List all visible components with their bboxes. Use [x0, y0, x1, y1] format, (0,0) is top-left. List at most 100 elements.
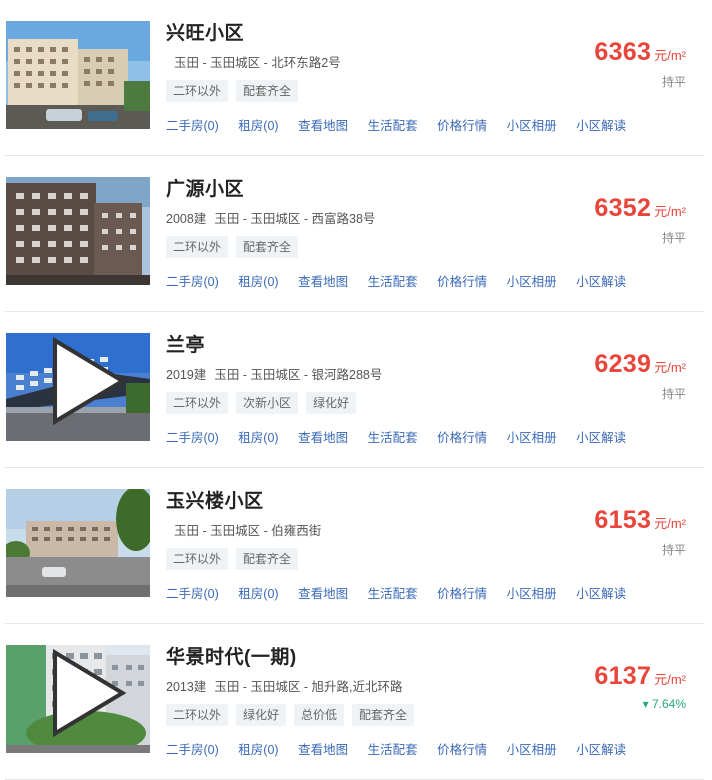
tag: 总价低 — [294, 704, 345, 726]
tag: 绿化好 — [236, 704, 287, 726]
price-value: 6239 — [594, 350, 652, 378]
tag: 绿化好 — [306, 392, 357, 414]
price-trend: 持平 — [661, 75, 686, 89]
price-unit: 元/m² — [654, 204, 686, 219]
tag-list: 二环以外 次新小区 绿化好 — [166, 392, 357, 414]
link-amenities[interactable]: 生活配套 — [368, 427, 418, 446]
tag: 次新小区 — [236, 392, 299, 414]
tag: 配套齐全 — [236, 548, 299, 570]
price-value: 6137 — [594, 662, 652, 690]
tag: 配套齐全 — [236, 80, 299, 102]
play-icon — [52, 336, 127, 426]
link-rent[interactable]: 租房(0) — [238, 271, 278, 290]
link-map[interactable]: 查看地图 — [298, 583, 348, 602]
community-photo[interactable] — [6, 21, 150, 129]
link-album[interactable]: 小区相册 — [507, 583, 557, 602]
tag-list: 二环以外 配套齐全 — [166, 236, 299, 258]
tag: 二环以外 — [166, 236, 229, 258]
tag-list: 二环以外 绿化好 总价低 配套齐全 — [166, 704, 415, 726]
link-secondhand[interactable]: 二手房(0) — [166, 115, 219, 134]
community-address: 玉田 - 玉田城区 - 伯雍西街 — [174, 524, 322, 538]
link-secondhand[interactable]: 二手房(0) — [166, 739, 219, 758]
action-links: 二手房(0) 租房(0) 查看地图 生活配套 价格行情 小区相册 小区解读 — [166, 739, 646, 758]
link-rent[interactable]: 租房(0) — [238, 739, 278, 758]
link-price-trend[interactable]: 价格行情 — [437, 583, 487, 602]
link-album[interactable]: 小区相册 — [507, 427, 557, 446]
community-photo[interactable] — [6, 489, 150, 597]
price-trend: 持平 — [661, 231, 686, 245]
link-map[interactable]: 查看地图 — [298, 271, 348, 290]
price: 6153 元/m² — [594, 506, 686, 535]
link-amenities[interactable]: 生活配套 — [368, 115, 418, 134]
community-address: 玉田 - 玉田城区 - 旭升路,近北环路 — [214, 680, 403, 694]
link-amenities[interactable]: 生活配套 — [368, 583, 418, 602]
price: 6352 元/m² — [594, 194, 686, 223]
community-name[interactable]: 兴旺小区 — [166, 18, 244, 45]
link-map[interactable]: 查看地图 — [298, 115, 348, 134]
community-list: 兴旺小区 玉田 - 玉田城区 - 北环东路2号 二环以外 配套齐全 二手房(0)… — [0, 0, 712, 780]
list-item: 兴旺小区 玉田 - 玉田城区 - 北环东路2号 二环以外 配套齐全 二手房(0)… — [0, 0, 712, 156]
list-item: 华景时代(一期) 2013建 玉田 - 玉田城区 - 旭升路,近北环路 二环以外 … — [0, 624, 712, 780]
tag-list: 二环以外 配套齐全 — [166, 548, 299, 570]
tag: 配套齐全 — [352, 704, 415, 726]
community-name[interactable]: 玉兴楼小区 — [166, 486, 264, 513]
link-analysis[interactable]: 小区解读 — [576, 739, 626, 758]
link-analysis[interactable]: 小区解读 — [576, 583, 626, 602]
link-album[interactable]: 小区相册 — [507, 115, 557, 134]
price: 6363 元/m² — [594, 38, 686, 67]
price-unit: 元/m² — [654, 516, 686, 531]
tag: 二环以外 — [166, 704, 229, 726]
link-rent[interactable]: 租房(0) — [238, 427, 278, 446]
link-album[interactable]: 小区相册 — [507, 271, 557, 290]
link-secondhand[interactable]: 二手房(0) — [166, 583, 219, 602]
community-photo[interactable] — [6, 177, 150, 285]
link-map[interactable]: 查看地图 — [298, 427, 348, 446]
link-analysis[interactable]: 小区解读 — [576, 427, 626, 446]
price-unit: 元/m² — [654, 360, 686, 375]
community-address: 玉田 - 玉田城区 - 银河路288号 — [214, 368, 383, 382]
tag: 二环以外 — [166, 80, 229, 102]
build-year: 2013建 — [166, 680, 207, 694]
community-name[interactable]: 广源小区 — [166, 174, 244, 201]
tag: 二环以外 — [166, 392, 229, 414]
list-item: 兰亭 2019建 玉田 - 玉田城区 - 银河路288号 二环以外 次新小区 绿化… — [0, 312, 712, 468]
link-price-trend[interactable]: 价格行情 — [437, 739, 487, 758]
link-amenities[interactable]: 生活配套 — [368, 271, 418, 290]
link-price-trend[interactable]: 价格行情 — [437, 271, 487, 290]
price: 6239 元/m² — [594, 350, 686, 379]
price-trend: 持平 — [661, 387, 686, 401]
community-photo[interactable] — [6, 333, 150, 441]
link-analysis[interactable]: 小区解读 — [576, 115, 626, 134]
list-item: 玉兴楼小区 玉田 - 玉田城区 - 伯雍西街 二环以外 配套齐全 二手房(0) … — [0, 468, 712, 624]
price-value: 6363 — [594, 38, 652, 66]
price-unit: 元/m² — [654, 672, 686, 687]
link-map[interactable]: 查看地图 — [298, 739, 348, 758]
price-value: 6352 — [594, 194, 652, 222]
community-name[interactable]: 华景时代(一期) — [166, 642, 297, 669]
link-rent[interactable]: 租房(0) — [238, 115, 278, 134]
link-price-trend[interactable]: 价格行情 — [437, 115, 487, 134]
community-meta: 2008建 玉田 - 玉田城区 - 西富路38号 — [166, 208, 375, 227]
price-trend: 持平 — [661, 543, 686, 557]
community-meta: 2013建 玉田 - 玉田城区 - 旭升路,近北环路 — [166, 676, 403, 695]
community-name[interactable]: 兰亭 — [166, 330, 205, 357]
link-secondhand[interactable]: 二手房(0) — [166, 271, 219, 290]
link-rent[interactable]: 租房(0) — [238, 583, 278, 602]
price-trend: ▾ 7.64% — [642, 697, 686, 711]
tag: 配套齐全 — [236, 236, 299, 258]
price-value: 6153 — [594, 506, 652, 534]
action-links: 二手房(0) 租房(0) 查看地图 生活配套 价格行情 小区相册 小区解读 — [166, 271, 646, 290]
link-amenities[interactable]: 生活配套 — [368, 739, 418, 758]
tag-list: 二环以外 配套齐全 — [166, 80, 299, 102]
tag: 二环以外 — [166, 548, 229, 570]
link-album[interactable]: 小区相册 — [507, 739, 557, 758]
community-address: 玉田 - 玉田城区 - 西富路38号 — [214, 212, 376, 226]
price: 6137 元/m² — [594, 662, 686, 691]
play-icon — [52, 648, 127, 738]
link-analysis[interactable]: 小区解读 — [576, 271, 626, 290]
link-price-trend[interactable]: 价格行情 — [437, 427, 487, 446]
action-links: 二手房(0) 租房(0) 查看地图 生活配套 价格行情 小区相册 小区解读 — [166, 115, 646, 134]
link-secondhand[interactable]: 二手房(0) — [166, 427, 219, 446]
community-photo[interactable] — [6, 645, 150, 753]
build-year: 2019建 — [166, 368, 207, 382]
